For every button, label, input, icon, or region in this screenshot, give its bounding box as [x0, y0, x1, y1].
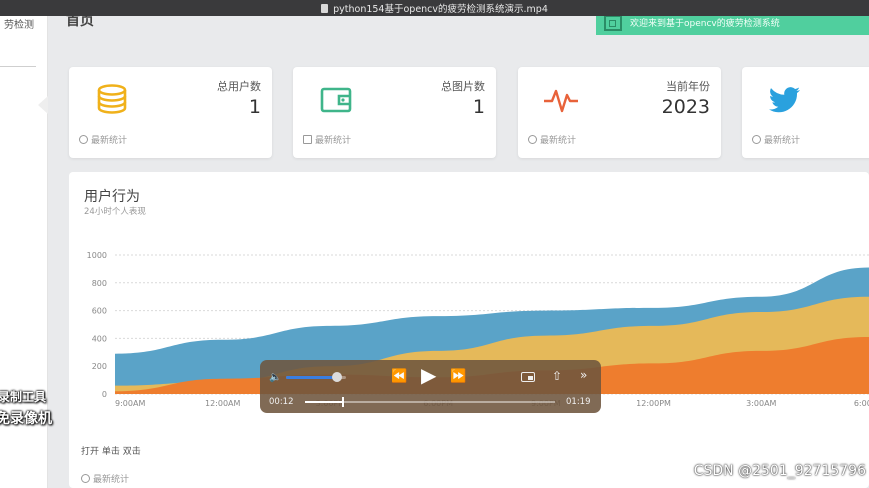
document-icon: [321, 3, 329, 13]
x-tick-label: 9:00AM: [115, 399, 145, 408]
coins-icon: [94, 82, 130, 118]
y-tick-label: 600: [92, 307, 107, 316]
chart-title: 用户行为: [84, 189, 140, 205]
refresh-icon: [79, 135, 88, 144]
user-behavior-panel: 020040060080010009:00AM12:00AM3:00PM6:00…: [69, 172, 869, 488]
x-tick-label: 12:00PM: [636, 399, 671, 408]
rewind-button[interactable]: ⏪: [391, 369, 407, 384]
y-tick-label: 1000: [87, 251, 107, 260]
current-time: 00:12: [269, 397, 294, 407]
clock-icon: [528, 135, 537, 144]
stat-card-users: 总用户数 1 最新统计: [69, 67, 272, 158]
stat-label: 当前年份: [666, 80, 710, 93]
fast-forward-button[interactable]: ⏩: [450, 369, 466, 384]
y-tick-label: 200: [92, 362, 107, 371]
seek-handle[interactable]: [342, 397, 344, 407]
x-tick-label: 3:00AM: [746, 399, 776, 408]
stat-footer: 最新统计: [752, 133, 800, 146]
window-titlebar: python154基于opencv的疲劳检测系统演示.mp4: [0, 0, 869, 16]
stat-footer-text: 最新统计: [764, 136, 801, 146]
wallet-icon: [318, 82, 354, 118]
chart-refresh: 最新统计: [81, 472, 129, 485]
seek-bar[interactable]: [305, 397, 555, 407]
y-tick-label: 800: [92, 279, 107, 288]
stat-value: 1: [248, 96, 261, 118]
volume-slider[interactable]: [286, 372, 346, 382]
more-icon[interactable]: »: [580, 368, 587, 382]
seek-fill: [305, 401, 343, 403]
x-tick-label: 6:00AM: [854, 399, 869, 408]
stat-footer: 最新统计: [528, 133, 576, 146]
stat-footer-text: 最新统计: [91, 136, 128, 146]
stat-value: 1: [472, 96, 485, 118]
window-title: python154基于opencv的疲劳检测系统演示.mp4: [333, 4, 548, 15]
recorder-caption-2: 免录像机: [0, 411, 52, 427]
y-tick-label: 0: [102, 390, 107, 399]
refresh-icon: [752, 135, 761, 144]
stat-footer: 最新统计: [303, 133, 351, 146]
stat-footer: 最新统计: [79, 133, 127, 146]
sidebar-divider: [0, 66, 36, 67]
sidebar-active-indicator: [38, 96, 48, 114]
recorder-caption-1: 录制工具: [0, 390, 47, 404]
share-icon[interactable]: ⇧: [552, 369, 562, 383]
bird-icon: [767, 82, 803, 118]
video-player-controls[interactable]: 🔈 ⏪ ▶ ⏩ ⇧ » 00:12 01:19: [260, 360, 601, 413]
duration: 01:19: [566, 397, 591, 407]
stat-card-year: 当前年份 2023 最新统计: [518, 67, 721, 158]
stat-value: 2023: [661, 96, 710, 118]
refresh-icon: [81, 474, 90, 483]
chart-refresh-text: 最新统计: [93, 475, 130, 485]
sidebar-brand: 劳检测: [4, 20, 34, 31]
y-tick-label: 400: [92, 334, 107, 343]
volume-fill: [286, 376, 337, 379]
pulse-icon: [543, 82, 579, 118]
picture-in-picture-icon[interactable]: [521, 372, 535, 382]
x-tick-label: 12:00AM: [205, 399, 241, 408]
watermark: CSDN @2501_92715796: [693, 463, 866, 479]
system-logo-icon: [604, 14, 622, 31]
stat-card-social: 最新统计: [742, 67, 869, 158]
stat-label: 总用户数: [217, 80, 261, 93]
welcome-text: 欢迎来到基于opencv的疲劳检测系统: [630, 19, 780, 29]
volume-icon[interactable]: 🔈: [269, 372, 281, 383]
calendar-icon: [303, 135, 312, 144]
play-button[interactable]: ▶: [421, 363, 436, 387]
stat-card-images: 总图片数 1 最新统计: [293, 67, 496, 158]
stat-footer-text: 最新统计: [315, 136, 352, 146]
stat-label: 总图片数: [441, 80, 485, 93]
volume-knob[interactable]: [332, 372, 342, 382]
chart-footnote: 打开 单击 双击: [81, 447, 141, 457]
stat-footer-text: 最新统计: [540, 136, 577, 146]
chart-subtitle: 24小时个人表现: [84, 207, 146, 217]
